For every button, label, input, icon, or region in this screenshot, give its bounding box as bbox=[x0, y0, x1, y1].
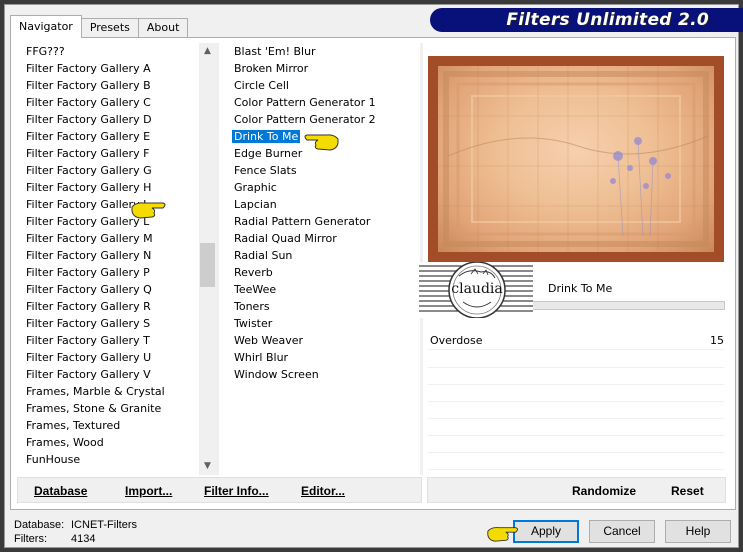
list-item[interactable]: Filter Factory Gallery E bbox=[16, 128, 200, 145]
param-row-empty bbox=[428, 419, 724, 436]
scroll-down-icon[interactable]: ▼ bbox=[199, 458, 216, 475]
param-value[interactable]: 15 bbox=[710, 334, 724, 347]
list-item[interactable]: Filter Factory Gallery C bbox=[16, 94, 200, 111]
list-item[interactable]: Filter Factory Gallery R bbox=[16, 298, 200, 315]
pointing-hand-icon bbox=[131, 202, 166, 219]
list-item[interactable]: Filter Factory Gallery V bbox=[16, 366, 200, 383]
list-item[interactable]: Radial Sun bbox=[224, 247, 420, 264]
claudia-logo: claudia bbox=[419, 261, 533, 319]
import-button-label: Import... bbox=[125, 484, 173, 498]
list-item[interactable]: Filter Factory Gallery A bbox=[16, 60, 200, 77]
randomize-button[interactable]: Randomize bbox=[572, 484, 636, 498]
tab-presets[interactable]: Presets bbox=[80, 18, 139, 38]
param-row-empty bbox=[428, 402, 724, 419]
param-label: Overdose bbox=[430, 334, 483, 347]
list-item[interactable]: Filter Factory Gallery M bbox=[16, 230, 200, 247]
param-row-empty bbox=[428, 436, 724, 453]
tab-about[interactable]: About bbox=[137, 18, 189, 38]
preview-art bbox=[438, 66, 714, 252]
list-item[interactable]: FunHouse bbox=[16, 451, 200, 468]
list-item[interactable]: Whirl Blur bbox=[224, 349, 420, 366]
list-item[interactable]: Color Pattern Generator 1 bbox=[224, 94, 420, 111]
parameter-toolbar: Randomize Reset bbox=[427, 477, 726, 503]
editor-button-label: Editor... bbox=[301, 484, 346, 498]
list-item[interactable]: Filter Factory Gallery Q bbox=[16, 281, 200, 298]
list-item[interactable]: Frames, Textured bbox=[16, 417, 200, 434]
param-row-empty bbox=[428, 351, 724, 368]
tab-bar: Navigator Presets About bbox=[10, 14, 189, 38]
list-item[interactable]: Filter Factory Gallery B bbox=[16, 77, 200, 94]
tab-navigator[interactable]: Navigator bbox=[10, 15, 82, 38]
list-item[interactable]: Twister bbox=[224, 315, 420, 332]
list-item[interactable]: Filter Factory Gallery H bbox=[16, 179, 200, 196]
list-divider bbox=[420, 43, 423, 475]
list-item[interactable]: Color Pattern Generator 2 bbox=[224, 111, 420, 128]
preview-canvas bbox=[438, 66, 714, 252]
database-info: Database: ICNET-Filters bbox=[14, 519, 137, 531]
pointing-hand-icon bbox=[487, 527, 518, 542]
list-item[interactable]: Frames, Marble & Crystal bbox=[16, 383, 200, 400]
category-list[interactable]: FFG??? Filter Factory Gallery A Filter F… bbox=[16, 43, 200, 475]
filters-count-value: 4134 bbox=[71, 533, 96, 545]
filter-info-button-label: Filter Info... bbox=[204, 484, 269, 498]
database-button-label: Database bbox=[34, 484, 88, 498]
reset-button[interactable]: Reset bbox=[671, 484, 704, 498]
filter-info-button[interactable]: Filter Info... bbox=[204, 484, 269, 498]
scroll-thumb[interactable] bbox=[200, 243, 215, 287]
selected-filter-label[interactable]: Drink To Me bbox=[232, 130, 301, 143]
apply-button[interactable]: Apply bbox=[513, 520, 579, 543]
title-banner: Filters Unlimited 2.0 bbox=[430, 8, 743, 32]
list-item[interactable]: Lapcian bbox=[224, 196, 420, 213]
filter-name-label: Drink To Me bbox=[548, 282, 613, 295]
list-item[interactable]: Filter Factory Gallery T bbox=[16, 332, 200, 349]
cancel-button[interactable]: Cancel bbox=[589, 520, 655, 543]
logo-text: claudia bbox=[451, 281, 503, 297]
list-item[interactable]: Filter Factory Gallery F bbox=[16, 145, 200, 162]
database-info-label: Database: bbox=[14, 519, 65, 531]
list-item[interactable]: Window Screen bbox=[224, 366, 420, 383]
scroll-up-icon[interactable]: ▲ bbox=[199, 43, 216, 60]
list-item[interactable]: Frames, Wood bbox=[16, 434, 200, 451]
import-button[interactable]: Import... bbox=[125, 484, 172, 498]
pointing-hand-icon bbox=[304, 134, 339, 151]
list-item[interactable]: Filter Factory Gallery L bbox=[16, 213, 200, 230]
list-item[interactable]: Filter Factory Gallery S bbox=[16, 315, 200, 332]
list-item[interactable]: Filter Factory Gallery G bbox=[16, 162, 200, 179]
filter-list[interactable]: Blast 'Em! Blur Broken Mirror Circle Cel… bbox=[224, 43, 420, 475]
database-button[interactable]: Database bbox=[34, 484, 87, 498]
list-item[interactable]: Frames, Stone & Granite bbox=[16, 400, 200, 417]
list-item[interactable]: Reverb bbox=[224, 264, 420, 281]
param-row-empty bbox=[428, 453, 724, 470]
help-button[interactable]: Help bbox=[665, 520, 731, 543]
list-item[interactable]: Filter Factory Gallery P bbox=[16, 264, 200, 281]
param-row-empty bbox=[428, 385, 724, 402]
list-item[interactable]: Blast 'Em! Blur bbox=[224, 43, 420, 60]
preview-image bbox=[428, 56, 724, 262]
param-row-empty bbox=[428, 368, 724, 385]
list-item[interactable]: Circle Cell bbox=[224, 77, 420, 94]
list-item[interactable]: Fence Slats bbox=[224, 162, 420, 179]
category-scrollbar[interactable]: ▲ ▼ bbox=[199, 43, 216, 475]
list-item[interactable]: Radial Pattern Generator bbox=[224, 213, 420, 230]
list-item[interactable]: FFG??? bbox=[16, 43, 200, 60]
editor-button[interactable]: Editor... bbox=[301, 484, 345, 498]
list-item[interactable]: Graphic bbox=[224, 179, 420, 196]
database-info-value: ICNET-Filters bbox=[71, 519, 137, 531]
list-item[interactable]: Broken Mirror bbox=[224, 60, 420, 77]
list-item[interactable]: Filter Factory Gallery N bbox=[16, 247, 200, 264]
list-item-selected[interactable]: Filter Factory Gallery J bbox=[16, 196, 200, 213]
navigator-toolbar: Database Import... Filter Info... Editor… bbox=[17, 477, 422, 503]
list-item[interactable]: Filter Factory Gallery D bbox=[16, 111, 200, 128]
list-item[interactable]: Web Weaver bbox=[224, 332, 420, 349]
list-divider bbox=[216, 43, 219, 475]
list-item[interactable]: TeeWee bbox=[224, 281, 420, 298]
list-item[interactable]: Toners bbox=[224, 298, 420, 315]
filters-count-label: Filters: bbox=[14, 533, 47, 545]
app-title: Filters Unlimited 2.0 bbox=[506, 10, 709, 30]
param-row[interactable]: Overdose 15 bbox=[428, 333, 724, 350]
list-item[interactable]: Radial Quad Mirror bbox=[224, 230, 420, 247]
list-item[interactable]: Filter Factory Gallery U bbox=[16, 349, 200, 366]
filters-count: Filters: 4134 bbox=[14, 533, 95, 545]
